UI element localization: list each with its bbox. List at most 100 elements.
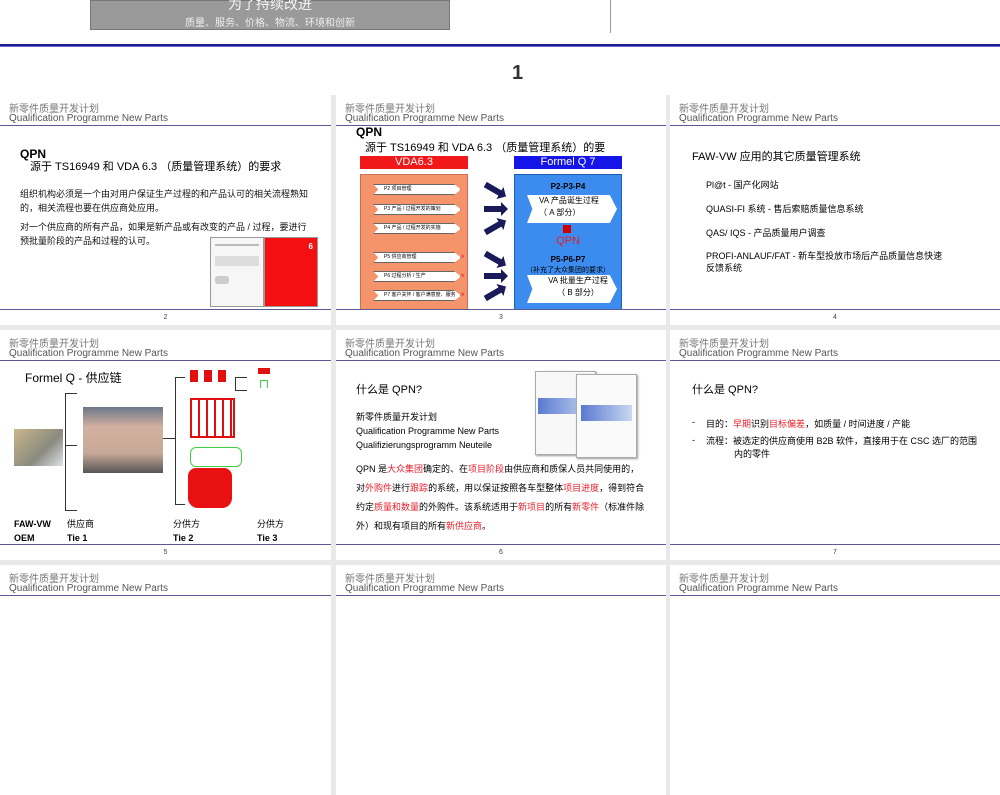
slide-title: FAW-VW 应用的其它质量管理系统 [692,151,861,163]
slide-title: 源于 TS16949 和 VDA 6.3 （质量管理系统）的要 [365,142,606,154]
formel-q7-box: P2-P3-P4 VA 产品诞生过程 （ A 部分） QPN P5-P6-P7 （… [514,174,622,310]
slide-3[interactable]: 新零件质量开发计划 Qualification Programme New Pa… [336,95,666,325]
formel-q7-header: Formel Q 7 [514,156,622,169]
headrest-post-image [260,380,268,388]
slide-title: 源于 TS16949 和 VDA 6.3 （质量管理系统）的要求 [30,161,282,173]
vda63-process-box: P2 项目管理 P3 产品 / 过程开发的策划 P4 产品 / 过程开发的实施 … [360,174,468,310]
process-item: P4 产品 / 过程开发的实施 [373,223,461,234]
text-segment: 目的： [706,419,734,429]
va-label: VA 批量生产过程 [548,276,608,285]
tier-name: 供应商 [67,519,95,529]
slide-header-en: Qualification Programme New Parts [345,348,504,359]
header-line [0,125,331,126]
bullet-process: 流程：被选定的供应商使用 B2B 软件，直接用于在 CSC 选厂的范围内的零件 [706,436,978,459]
divider [610,0,611,33]
highlighted-text: 质量和数量 [374,502,420,512]
banner: 为了持续改进 质量、服务、价格、物流、环境和创新 [90,0,450,30]
footer-line [670,544,1000,545]
slide-title: 什么是 QPN? [692,384,759,396]
va-sublabel: （ B 部分） [557,288,599,297]
document-number: 6 [308,242,313,251]
highlighted-text: 外购件 [365,483,393,493]
va-process-b: VA 批量生产过程 （ B 部分） [527,275,617,303]
footer-line [670,309,1000,310]
qpn-label: QPN [556,235,580,247]
list-item: PROFI-ANLAUF/FAT - 新车型投放市场后产品质量信息快速反馈系统 [706,251,943,273]
header-line [0,595,331,596]
slide-number: 2 [163,314,168,321]
va-sublabel: （ A 部分） [539,208,581,217]
header-line [670,360,1000,361]
slide-5[interactable]: 新零件质量开发计划 Qualification Programme New Pa… [0,330,331,560]
slide-heading: QPN [20,147,47,161]
text-segment: 的所有 [545,502,573,512]
text-segment: 确定的、在 [423,464,469,474]
slide-number: 7 [833,549,837,556]
header-line [670,595,1000,596]
tier-level: OEM [14,533,35,543]
bracket [235,377,247,391]
slide-number: 4 [833,314,837,321]
footer-line [336,309,666,310]
slide-4[interactable]: 新零件质量开发计划 Qualification Programme New Pa… [670,95,1000,325]
highlighted-text: 新零件 [572,502,600,512]
highlighted-text: 跟踪 [410,483,429,493]
header-line [336,125,666,126]
tier-label-3: 分供方 Tie 3 [257,517,284,545]
header-line [336,360,666,361]
slide-number: 3 [499,314,503,321]
slide-title: Formel Q - 供应链 [25,371,122,385]
banner-subtitle: 质量、服务、价格、物流、环境和创新 [185,18,355,29]
process-item: P5 供应商管理 [373,252,461,263]
text-segment: 进行 [392,483,411,493]
name-cn: 新零件质量开发计划 [356,412,438,422]
headrest-parts-image [190,370,230,382]
slide-2[interactable]: 新零件质量开发计划 Qualification Programme New Pa… [0,95,331,325]
header-line [0,360,331,361]
foam-image [188,468,232,508]
arrow-icon [483,286,503,302]
slide-number: 5 [163,549,168,556]
highlighted-text: 项目阶段 [468,464,505,474]
slide-header-en: Qualification Programme New Parts [345,113,504,124]
process-item: P2 项目管理 [373,184,461,195]
highlighted-text: 新项目 [518,502,546,512]
slide-header-en: Qualification Programme New Parts [9,348,168,359]
tier-label-1: 供应商 Tie 1 [67,517,94,545]
phase-note: （补充了大众集团的要求） [526,267,610,274]
slide-number: 6 [499,549,503,556]
banner-title: 为了持续改进 [228,0,312,12]
name-en: Qualification Programme New Parts [356,426,500,436]
seat-frame-image [190,398,235,438]
slide-header-en: Qualification Programme New Parts [679,583,838,594]
page-number: 1 [512,62,524,84]
highlighted-text: 早期 [733,419,752,429]
paragraph: 组织机构必须是一个由对用户保证生产过程的和产品认可的相关流程熟知的，相关流程也要… [20,189,309,213]
slide-header-en: Qualification Programme New Parts [679,348,838,359]
tier-name: FAW-VW [14,519,51,529]
seat-image [83,407,163,473]
process-item: P3 产品 / 过程开发的策划 [373,204,461,215]
qpn-description: QPN 是大众集团确定的、在项目阶段由供应商和质保人员共同使用的，对外购件进行跟… [356,460,648,536]
text-segment: 识别 [751,419,770,429]
slide-header-en: Qualification Programme New Parts [345,583,504,594]
bullet-dash: - [692,435,695,445]
slide-header-en: Qualification Programme New Parts [9,583,168,594]
slide-7[interactable]: 新零件质量开发计划 Qualification Programme New Pa… [670,330,1000,560]
document-thumbnail [210,237,264,307]
highlighted-text: 大众集团 [387,464,424,474]
header-line [670,125,1000,126]
bracket [175,377,185,505]
text-segment: ，如质量 / 时间进度 / 产能 [805,419,911,429]
bullet-dash: - [692,417,695,427]
name-de: Qualifizierungsprogramm Neuteile [356,440,493,450]
previous-slide-area: 为了持续改进 质量、服务、价格、物流、环境和创新 1 [0,0,1000,95]
bracket [65,445,77,446]
va-label: VA 产品诞生过程 [539,196,599,205]
process-item: P6 过程分析 / 生产 [373,271,461,282]
arrow-icon [484,202,508,216]
bracket [163,438,175,439]
slide-6[interactable]: 新零件质量开发计划 Qualification Programme New Pa… [336,330,666,560]
va-process-a: VA 产品诞生过程 （ A 部分） [527,195,617,223]
arrow-icon [483,220,503,236]
